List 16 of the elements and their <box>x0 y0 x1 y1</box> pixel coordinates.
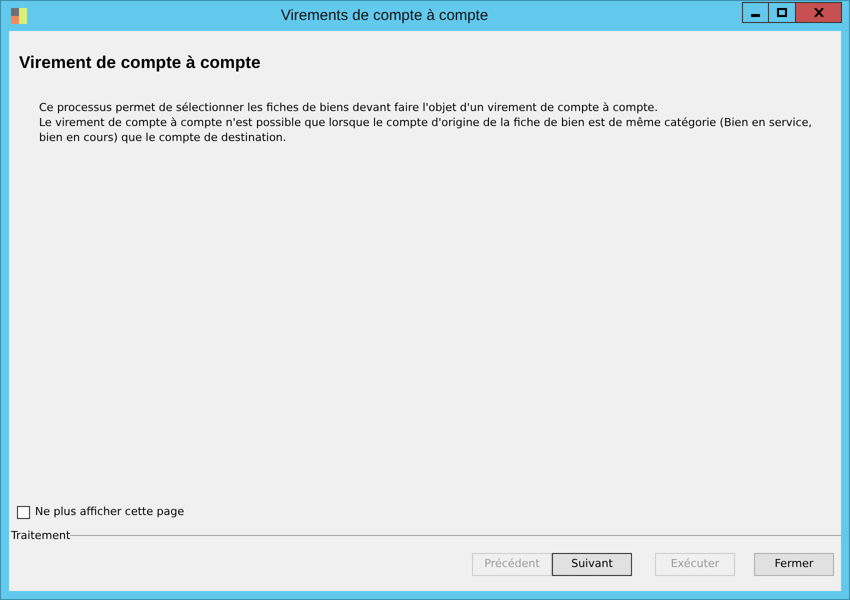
minimize-button[interactable] <box>742 2 769 22</box>
app-icon <box>11 8 27 24</box>
checkbox-label: Ne plus afficher cette page <box>35 504 184 520</box>
dialog-button[interactable]: Suivant <box>552 553 632 576</box>
dialog-button[interactable]: Fermer <box>754 553 834 576</box>
description-text: Le virement de compte à compte n'est possible que lorsque le compte d'origine de la fiche de bien est de même catégorie (Bien en service, bien en cours) que le compte de destination. <box>39 114 813 144</box>
page-heading: Virement de compte à compte <box>19 52 262 74</box>
description-text: Ce processus permet de sélectionner les fiches de biens devant faire l'objet d'un virement de compte à compte. <box>39 100 659 114</box>
group-label: Traitement <box>11 528 70 544</box>
maximize-icon <box>777 8 787 16</box>
close-icon <box>814 8 824 16</box>
close-button[interactable] <box>796 2 842 22</box>
maximize-button[interactable] <box>769 2 796 22</box>
checkbox[interactable] <box>17 506 30 519</box>
window-title: Virements de compte à compte <box>280 6 490 26</box>
minimize-icon <box>751 14 760 16</box>
